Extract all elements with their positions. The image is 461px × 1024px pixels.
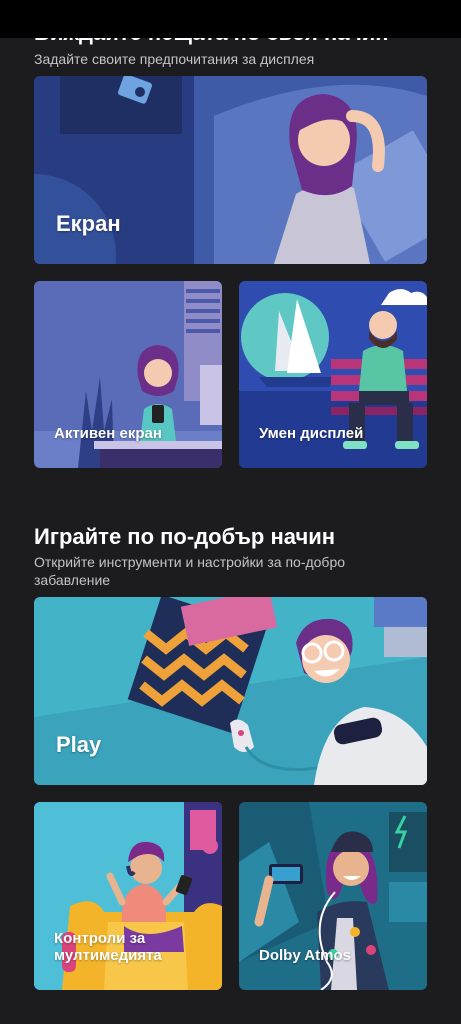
active-display-card-label: Активен екран: [54, 424, 162, 442]
smart-display-card[interactable]: Умен дисплей: [239, 281, 427, 468]
dolby-atmos-card-label: Dolby Atmos: [259, 946, 351, 964]
media-controls-card[interactable]: Контроли за мултимедията: [34, 802, 222, 990]
active-display-card[interactable]: Активен екран: [34, 281, 222, 468]
section-subtitle-display: Задайте своите предпочитания за дисплея: [34, 51, 315, 67]
play-card-label: Play: [56, 731, 102, 757]
play-card[interactable]: Play: [34, 597, 427, 785]
section-title-play: Играйте по по-добър начин: [34, 524, 336, 549]
section-subtitle-play: Открийте инструменти и настройки за по-д…: [34, 554, 346, 588]
display-card-label: Екран: [56, 210, 121, 236]
dolby-atmos-card[interactable]: Dolby Atmos: [239, 802, 427, 990]
smart-display-card-label: Умен дисплей: [259, 424, 364, 442]
media-controls-card-label: Контроли за мултимедията: [54, 929, 162, 964]
status-bar: [0, 0, 461, 38]
display-card[interactable]: Екран: [34, 76, 427, 264]
